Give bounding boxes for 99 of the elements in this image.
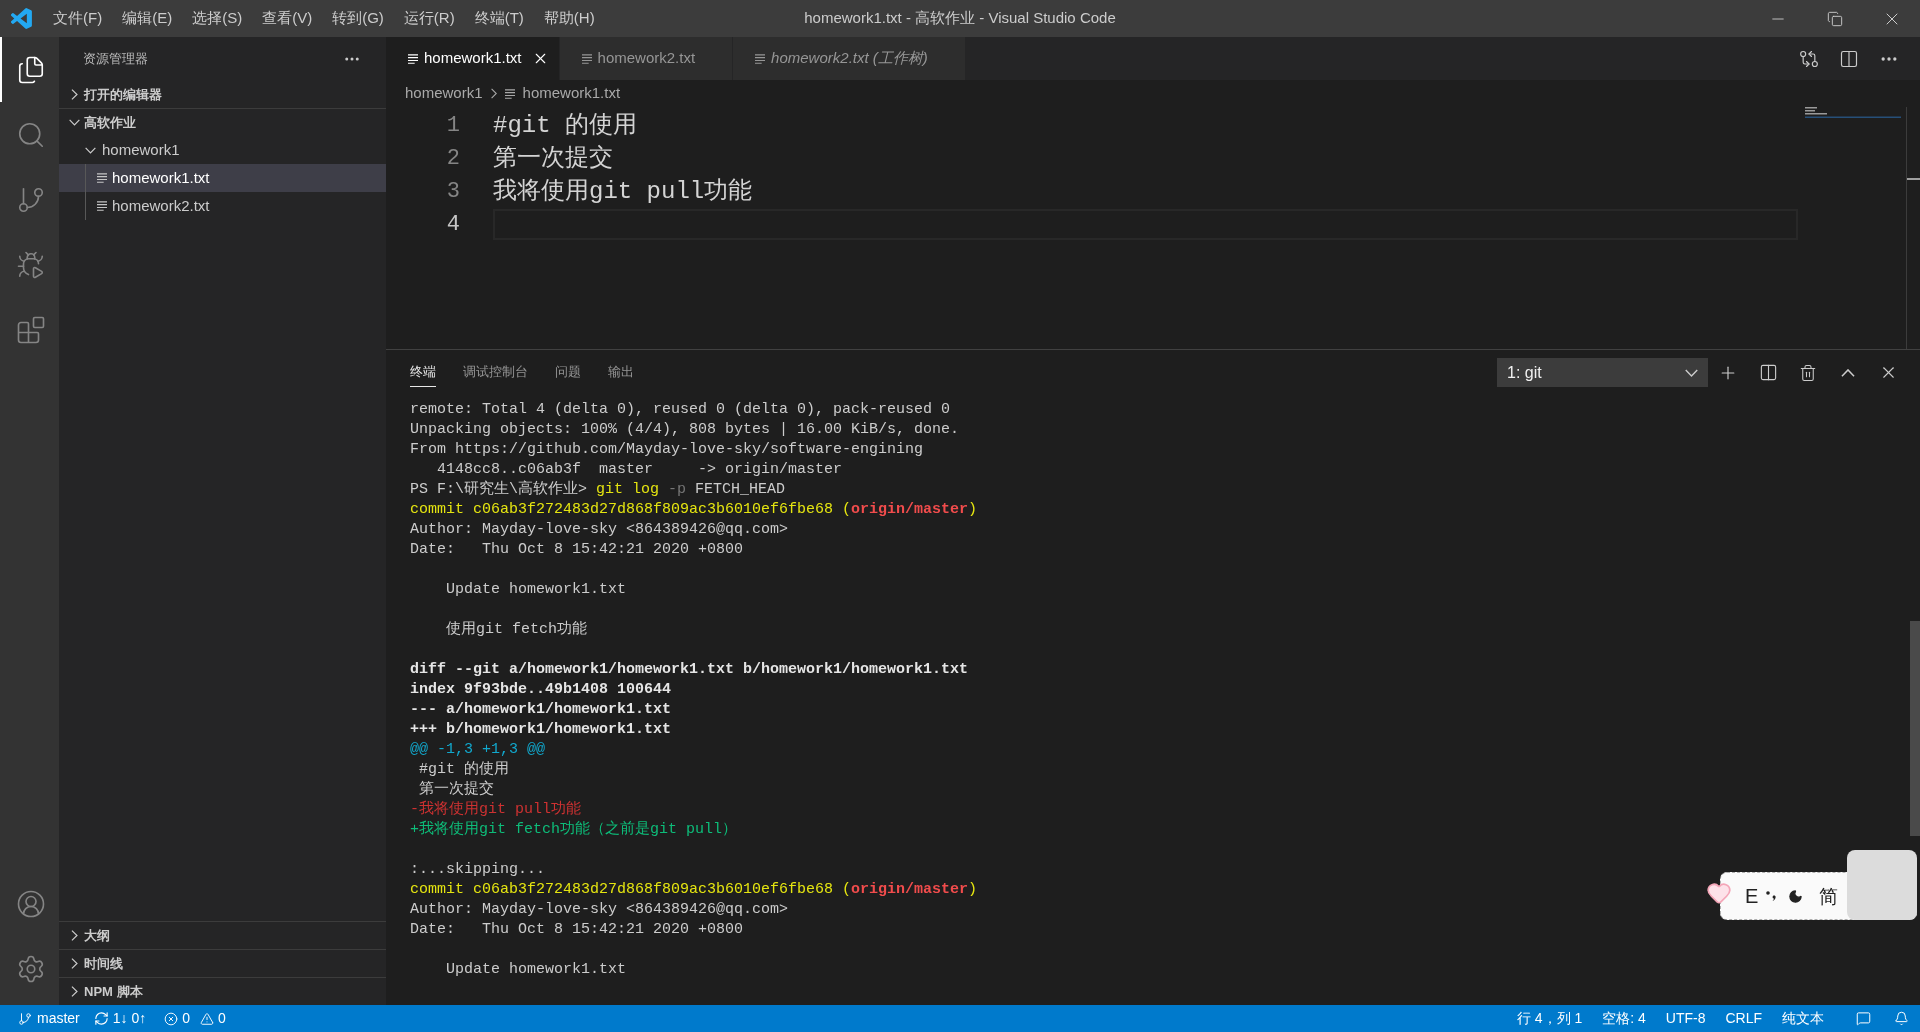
status-item[interactable]: 纯文本: [1772, 1005, 1834, 1032]
problems-status[interactable]: 0 0: [154, 1005, 236, 1032]
terminal-line: -我将使用git pull功能: [410, 800, 581, 820]
terminal-line: Date: Thu Oct 8 15:42:21 2020 +0800: [410, 920, 744, 940]
status-item[interactable]: UTF-8: [1655, 1005, 1716, 1032]
terminal-line: Author: Mayday-love-sky <864389426@qq.com>: [410, 900, 789, 920]
terminal-line: :...skipping...: [410, 860, 546, 880]
terminal-line: #git 的使用: [418, 760, 509, 780]
status-item[interactable]: 空格: 4: [1592, 1005, 1656, 1032]
terminal-line: Author: Mayday-love-sky <864389426@qq.com>: [410, 520, 789, 540]
bell-icon[interactable]: [1893, 1011, 1909, 1026]
terminal-line: commit c06ab3f272483d27d868f809ac3b6010ef6fbe68 (origin/master): [410, 880, 978, 900]
section-header[interactable]: 大纲: [59, 922, 386, 949]
app-logo-icon: [11, 8, 32, 29]
panel-tab[interactable]: 调试控制台: [463, 358, 528, 387]
split-editor-icon[interactable]: [1839, 48, 1859, 69]
terminal-line: Update homework1.txt: [445, 960, 627, 980]
chevron-down-icon: [1685, 368, 1698, 377]
section-header[interactable]: 打开的编辑器: [59, 81, 386, 108]
panel-tab[interactable]: 问题: [555, 358, 581, 387]
sidebar-title: 资源管理器: [83, 50, 148, 69]
sync-icon: [93, 1011, 109, 1026]
error-icon: [164, 1011, 179, 1026]
terminal-line: diff --git a/homework1/homework1.txt b/homework1/homework1.txt: [410, 660, 969, 680]
section-header[interactable]: 高软作业: [59, 109, 386, 136]
file-lines-icon: [97, 173, 107, 183]
menu-item[interactable]: 终端(T): [464, 0, 534, 37]
punctuation-icon[interactable]: [1766, 891, 1777, 901]
editor-tab[interactable]: homework2.txt: [559, 37, 734, 80]
terminal-line: +++ b/homework1/homework1.txt: [410, 720, 672, 740]
input-script-indicator[interactable]: 简: [1819, 886, 1839, 906]
menu-item[interactable]: 转到(G): [322, 0, 394, 37]
file-lines-icon: [97, 201, 107, 211]
line-number: 4: [445, 211, 460, 239]
terminal-line: 使用git fetch功能: [445, 620, 588, 640]
branch-icon: [18, 1011, 32, 1026]
terminal-line: --- a/homework1/homework1.txt: [410, 700, 672, 720]
illustration-placeholder: [1847, 850, 1917, 920]
branch-status[interactable]: master: [12, 1005, 86, 1032]
terminal-line: @@ -1,3 +1,3 @@: [410, 740, 546, 760]
chevron-up-icon[interactable]: [1841, 368, 1855, 377]
panel-tab[interactable]: 输出: [608, 358, 634, 387]
menu-item[interactable]: 编辑(E): [112, 0, 183, 37]
terminal-select[interactable]: 1: git: [1497, 358, 1708, 387]
account-icon: [15, 888, 46, 919]
file-lines-icon: [504, 88, 515, 99]
file-lines-icon: [581, 53, 592, 64]
file-lines-icon: [755, 53, 766, 64]
heart-icon: [1705, 880, 1733, 906]
code-line: 我将使用git pull功能: [493, 176, 753, 207]
editor-tab[interactable]: homework2.txt (工作树): [733, 37, 966, 80]
status-item[interactable]: CRLF: [1715, 1005, 1772, 1032]
scrollbar-thumb[interactable]: [1910, 621, 1920, 836]
line-number: 2: [445, 145, 460, 173]
file-lines-icon: [408, 53, 418, 64]
terminal-line: remote: Total 4 (delta 0), reused 0 (delta 0), pack-reused 0: [410, 400, 951, 420]
trash-icon[interactable]: [1799, 363, 1817, 382]
editor-tab[interactable]: homework1.txt: [386, 37, 560, 80]
terminal-line: Date: Thu Oct 8 15:42:21 2020 +0800: [410, 540, 744, 560]
section-header[interactable]: NPM 脚本: [59, 978, 386, 1005]
cursor-marker: [1907, 178, 1920, 180]
terminal-line: 第一次提交: [418, 780, 494, 800]
moon-icon[interactable]: [1788, 888, 1804, 904]
blocks-icon: [15, 314, 46, 345]
menu-item[interactable]: 选择(S): [182, 0, 253, 37]
terminal-line: From https://github.com/Mayday-love-sky/software-engining: [410, 440, 924, 460]
restore-icon[interactable]: [1826, 10, 1843, 27]
terminal-line: index 9f93bde..49b1408 100644: [410, 680, 672, 700]
panel-tab[interactable]: 终端: [410, 358, 436, 387]
code-line: 第一次提交: [493, 143, 613, 174]
compare-icon[interactable]: [1799, 48, 1819, 69]
status-item[interactable]: 行 4，列 1: [1506, 1005, 1593, 1032]
terminal-line: Update homework1.txt: [445, 580, 627, 600]
input-mode-indicator[interactable]: E: [1745, 886, 1759, 906]
line-number: 3: [445, 178, 460, 206]
tree-item[interactable]: homework2.txt: [59, 192, 386, 220]
section-header[interactable]: 时间线: [59, 950, 386, 977]
terminal-line: +我将使用git fetch功能（之前是git pull）: [410, 820, 738, 840]
sync-status[interactable]: 1↓ 0↑: [85, 1005, 155, 1032]
split-icon[interactable]: [1758, 363, 1778, 382]
warning-icon: [200, 1011, 215, 1026]
tree-item[interactable]: homework1.txt: [59, 164, 386, 192]
feedback-icon[interactable]: [1855, 1011, 1871, 1026]
play-bug-icon: [15, 249, 46, 280]
terminal-line: PS F:\研究生\高软作业> git log -p FETCH_HEAD: [410, 480, 786, 500]
terminal-line: 4148cc8..c06ab3f master -> origin/master: [436, 460, 843, 480]
tree-item[interactable]: homework1: [59, 136, 386, 164]
terminal-line: commit c06ab3f272483d27d868f809ac3b6010ef6fbe68 (origin/master): [410, 500, 978, 520]
terminal-line: Unpacking objects: 100% (4/4), 808 bytes | 16.00 KiB/s, done.: [410, 420, 960, 440]
breadcrumb[interactable]: homework1: [405, 82, 483, 105]
menu-item[interactable]: 文件(F): [43, 0, 113, 37]
menu-item[interactable]: 运行(R): [393, 0, 465, 37]
menu-item[interactable]: 查看(V): [252, 0, 323, 37]
line-number: 1: [445, 112, 460, 140]
menu-item[interactable]: 帮助(H): [533, 0, 605, 37]
breadcrumb[interactable]: homework1.txt: [522, 82, 621, 105]
chevron-right-icon: [490, 88, 497, 99]
code-line: #git 的使用: [493, 110, 637, 141]
window-title: homework1.txt - 高软作业 - Visual Studio Code: [804, 8, 1116, 29]
